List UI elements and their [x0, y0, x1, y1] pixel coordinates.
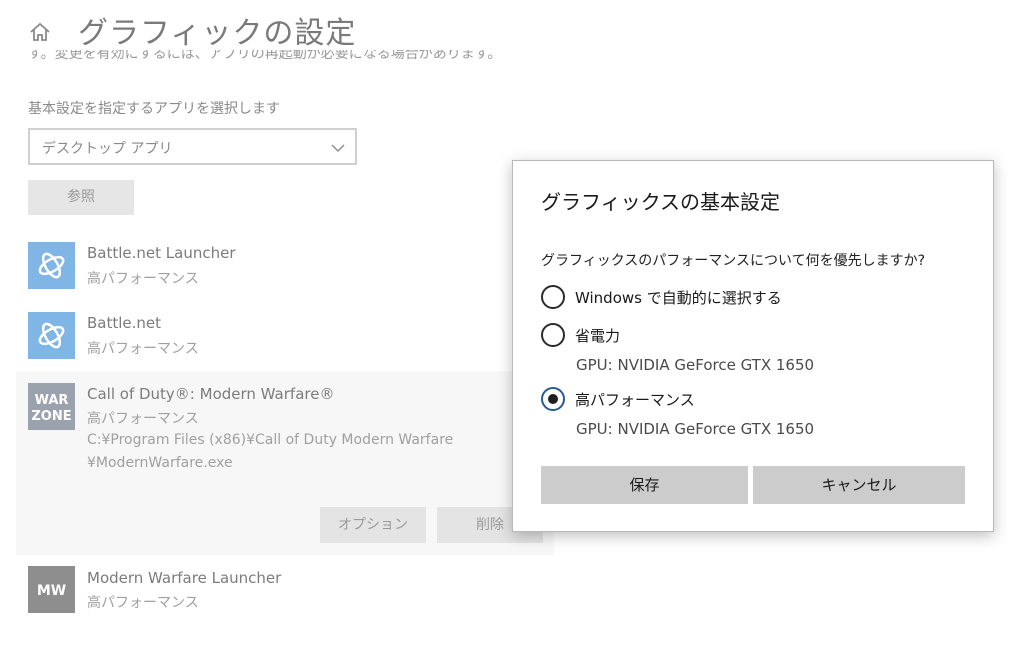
radio-power-saving-label[interactable]: 省電力: [575, 325, 620, 346]
radio-high-performance[interactable]: [541, 387, 565, 411]
cancel-button[interactable]: キャンセル: [753, 466, 965, 504]
svg-text:WAR: WAR: [35, 393, 69, 408]
app-item[interactable]: MW Modern Warfare Launcher 高パフォーマンス: [16, 565, 554, 617]
app-picker-label: 基本設定を指定するアプリを選択します: [28, 101, 280, 117]
high-performance-gpu: GPU: NVIDIA GeForce GTX 1650: [576, 420, 815, 438]
graphics-preference-dialog: グラフィックスの基本設定 グラフィックスのパフォーマンスについて何を優先しますか…: [512, 160, 994, 532]
app-name: Modern Warfare Launcher: [87, 569, 282, 587]
options-button[interactable]: オプション: [320, 507, 426, 543]
save-button[interactable]: 保存: [541, 466, 748, 504]
app-item[interactable]: Battle.net Launcher 高パフォーマンス: [16, 240, 554, 292]
page-description: す。変更を有効にするには、アプリの再起動が必要になる場合があります。: [28, 50, 502, 62]
radio-power-saving[interactable]: [541, 323, 565, 347]
app-name: Call of Duty®: Modern Warfare®: [87, 385, 335, 403]
warzone-icon: WAR ZONE: [28, 383, 75, 430]
dialog-title: グラフィックスの基本設定: [541, 190, 780, 214]
app-name: Battle.net Launcher: [87, 244, 236, 262]
power-saving-gpu: GPU: NVIDIA GeForce GTX 1650: [576, 356, 815, 374]
app-preference: 高パフォーマンス: [87, 595, 199, 611]
app-item-expanded[interactable]: WAR ZONE Call of Duty®: Modern Warfare® …: [16, 371, 554, 555]
radio-auto-label[interactable]: Windows で自動的に選択する: [575, 287, 782, 308]
app-type-dropdown[interactable]: デスクトップ アプリ: [28, 128, 357, 165]
app-preference: 高パフォーマンス: [87, 271, 199, 287]
svg-text:MW: MW: [37, 583, 66, 599]
battle-net-icon: [28, 312, 75, 359]
app-path-continued: ¥ModernWarfare.exe: [87, 455, 233, 471]
app-preference: 高パフォーマンス: [87, 341, 199, 357]
radio-selected-dot: [548, 394, 558, 404]
app-path: C:¥Program Files (x86)¥Call of Duty Mode…: [87, 432, 454, 448]
page-title: グラフィックの設定: [78, 16, 357, 51]
svg-text:ZONE: ZONE: [31, 409, 71, 424]
radio-auto[interactable]: [541, 285, 565, 309]
app-item[interactable]: Battle.net 高パフォーマンス: [16, 310, 554, 362]
dialog-question: グラフィックスのパフォーマンスについて何を優先しますか?: [541, 253, 926, 269]
battle-net-icon: [28, 242, 75, 289]
browse-button[interactable]: 参照: [28, 180, 134, 215]
home-icon[interactable]: [28, 20, 52, 44]
app-name: Battle.net: [87, 314, 162, 332]
app-type-selected: デスクトップ アプリ: [42, 141, 173, 157]
radio-high-performance-label[interactable]: 高パフォーマンス: [575, 389, 695, 410]
app-preference: 高パフォーマンス: [87, 411, 199, 427]
modern-warfare-icon: MW: [28, 566, 75, 613]
chevron-down-icon: [331, 140, 345, 154]
